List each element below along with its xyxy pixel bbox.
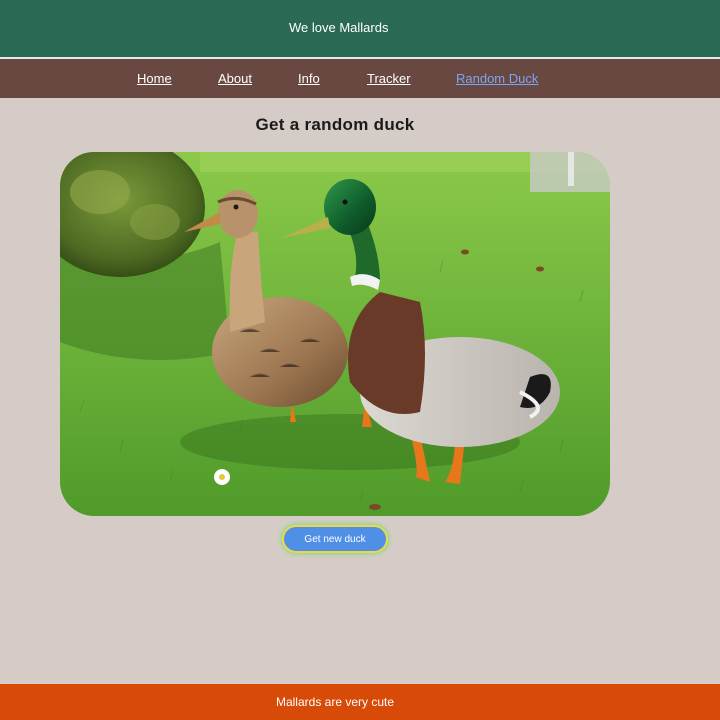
site-title: We love Mallards bbox=[289, 20, 389, 35]
site-footer: Mallards are very cute bbox=[0, 684, 720, 720]
main-nav: Home About Info Tracker Random Duck bbox=[0, 59, 720, 98]
page: We love Mallards Home About Info Tracker… bbox=[0, 0, 720, 720]
nav-link-home[interactable]: Home bbox=[137, 71, 172, 86]
nav-link-random-duck[interactable]: Random Duck bbox=[456, 71, 538, 86]
nav-link-info[interactable]: Info bbox=[298, 71, 320, 86]
get-new-duck-button[interactable]: Get new duck bbox=[284, 527, 386, 551]
duck-photo bbox=[60, 152, 610, 516]
page-heading: Get a random duck bbox=[255, 115, 415, 134]
nav-link-about[interactable]: About bbox=[218, 71, 252, 86]
footer-text: Mallards are very cute bbox=[275, 695, 395, 709]
nav-link-tracker[interactable]: Tracker bbox=[367, 71, 411, 86]
site-header: We love Mallards bbox=[0, 0, 720, 59]
